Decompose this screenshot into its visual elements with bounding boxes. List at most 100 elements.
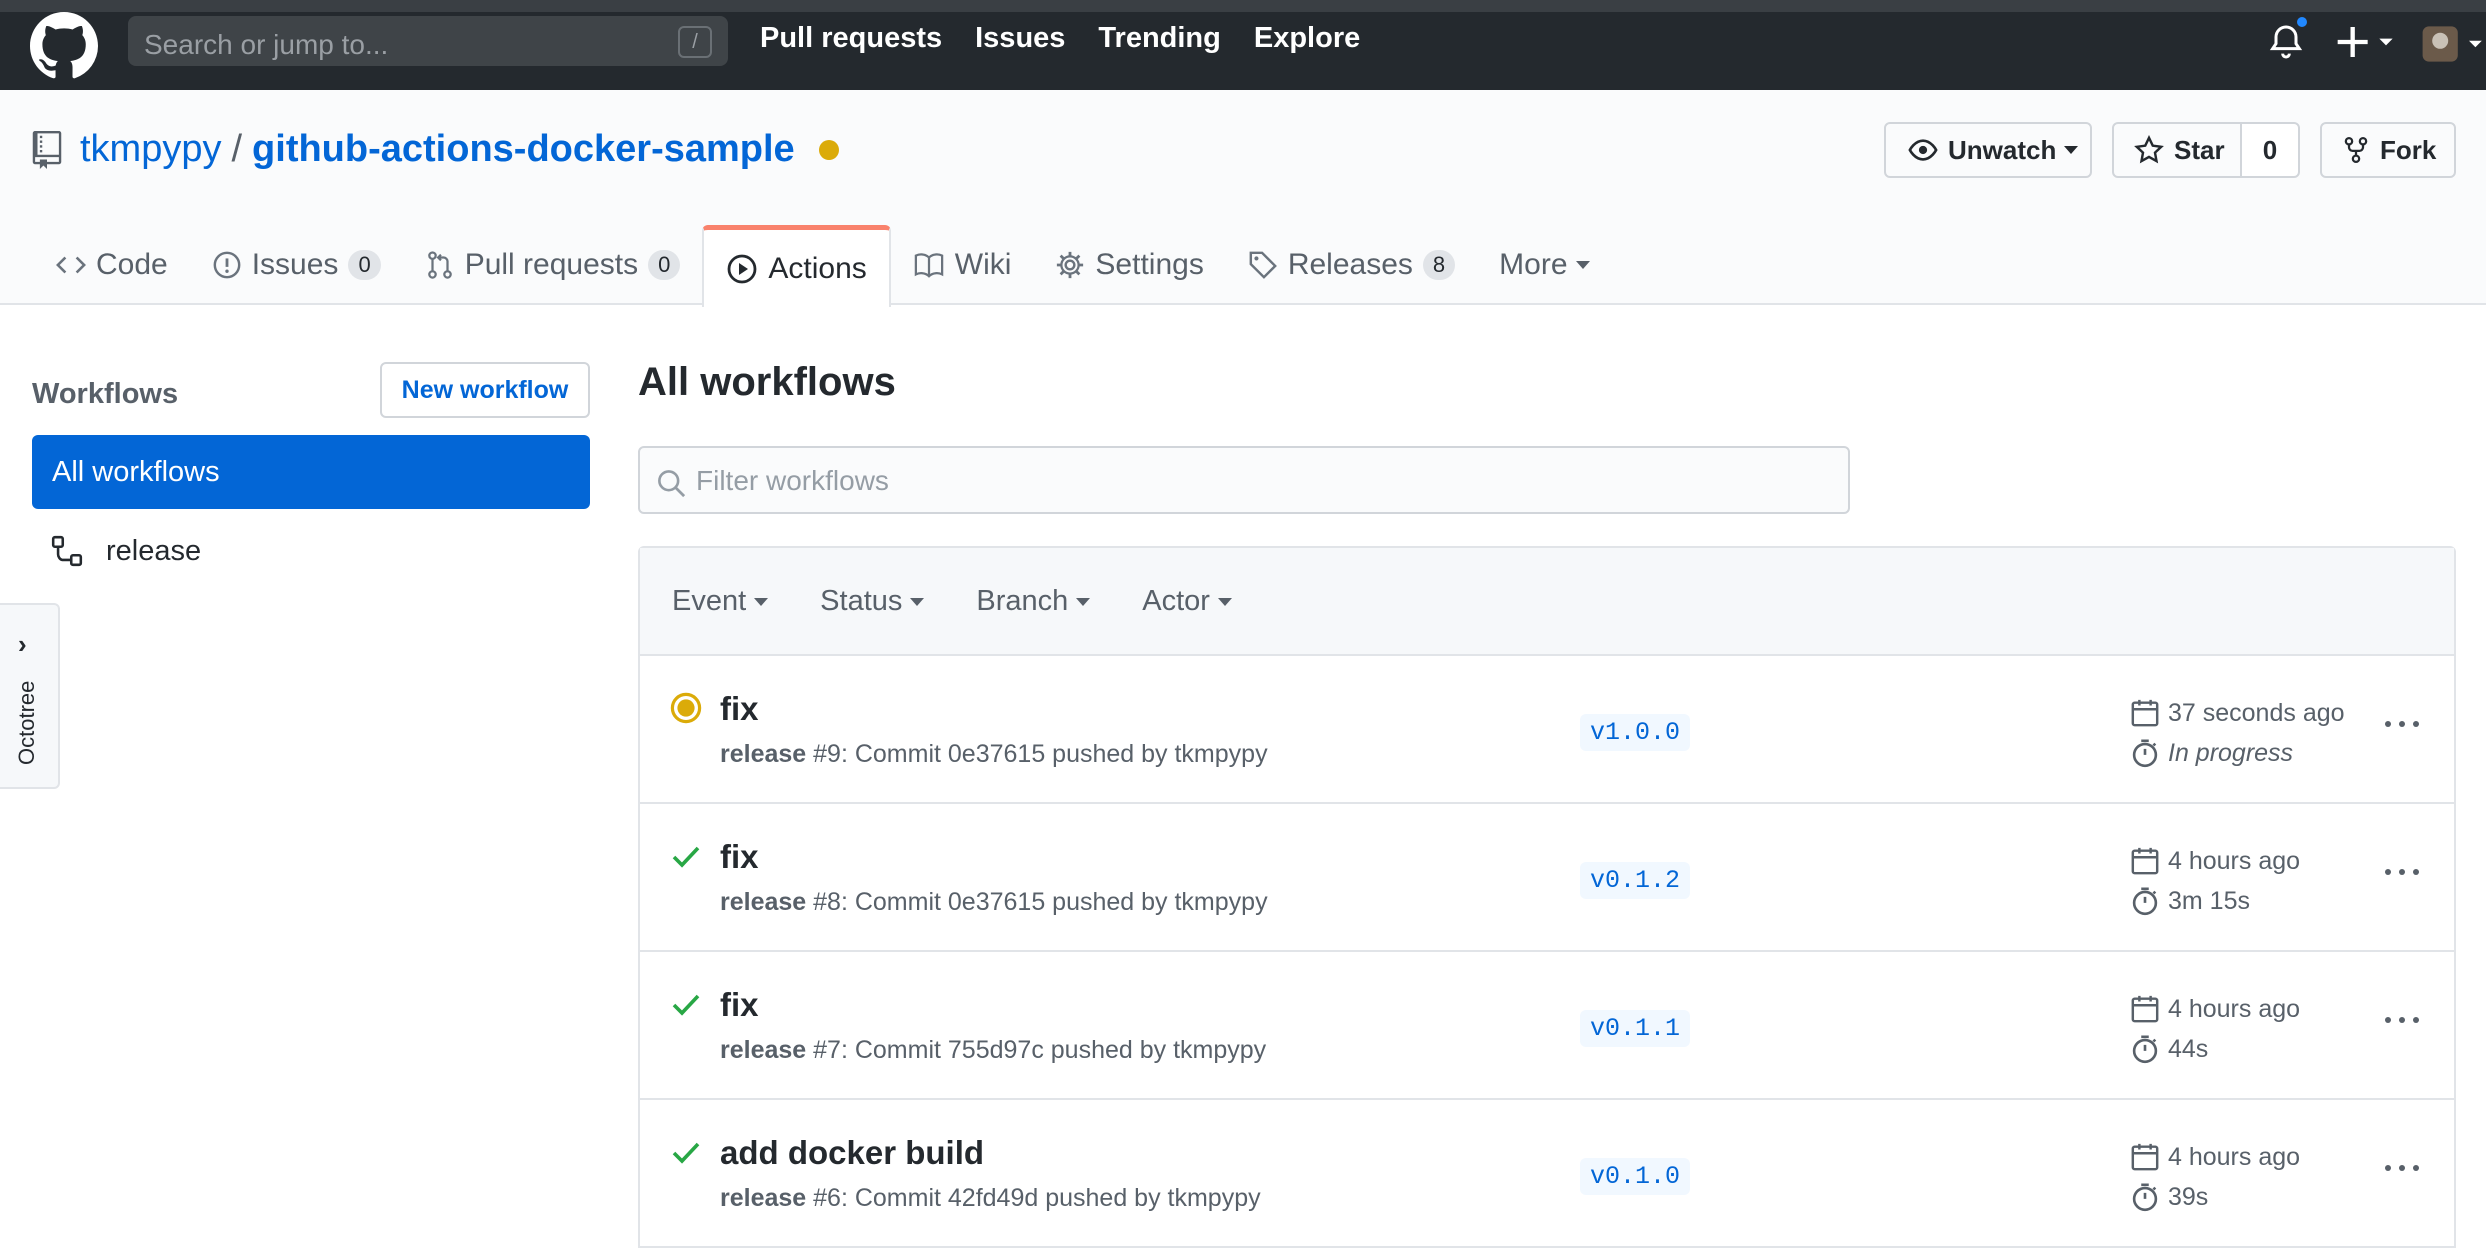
kebab-menu-icon[interactable] (2382, 1008, 2422, 1032)
filter-label: Status (820, 584, 903, 617)
repo-tabs: Code Issues 0 Pull requests 0 Actions Wi… (0, 225, 1612, 307)
header-nav: Pull requests Issues Trending Explore (760, 22, 1360, 55)
tab-more[interactable]: More (1477, 225, 1611, 305)
stopwatch-icon (2132, 887, 2158, 916)
run-title[interactable]: fix (720, 838, 759, 876)
run-commit-info: #8: Commit 0e37615 pushed by tkmpypy (806, 888, 1268, 916)
run-title[interactable]: fix (720, 986, 759, 1024)
run-description: release #8: Commit 0e37615 pushed by tkm… (720, 888, 1268, 917)
nav-pull-requests[interactable]: Pull requests (760, 22, 942, 55)
workflow-run-row[interactable]: fix release #8: Commit 0e37615 pushed by… (640, 804, 2454, 952)
run-duration: 39s (2130, 1182, 2208, 1212)
status-filter[interactable]: Status (820, 584, 925, 618)
tab-label: More (1499, 248, 1568, 281)
calendar-icon (2131, 1143, 2159, 1171)
tab-wiki[interactable]: Wiki (891, 225, 1034, 305)
tab-label: Releases (1287, 248, 1413, 281)
chevron-down-icon (1575, 261, 1590, 269)
filter-label: Event (672, 584, 747, 617)
fork-button[interactable]: Fork (2320, 122, 2456, 178)
run-time: 4 hours ago (2130, 846, 2300, 876)
kebab-menu-icon[interactable] (2382, 712, 2422, 736)
build-status-dot[interactable] (818, 139, 839, 160)
event-filter[interactable]: Event (672, 584, 769, 618)
run-duration-text: 3m 15s (2168, 886, 2250, 915)
notification-dot (2294, 14, 2310, 30)
star-button[interactable]: Star (2112, 122, 2242, 178)
sidebar-item-label: release (106, 534, 202, 567)
unwatch-button[interactable]: Unwatch (1884, 122, 2092, 178)
run-title[interactable]: fix (720, 690, 759, 728)
issue-icon (213, 251, 241, 279)
page-title: All workflows (638, 360, 896, 404)
filter-label: Actor (1142, 584, 1210, 617)
fork-label: Fork (2380, 134, 2437, 165)
issues-counter: 0 (348, 250, 381, 280)
tab-settings[interactable]: Settings (1033, 225, 1225, 305)
workflow-run-row[interactable]: add docker build release #6: Commit 42fd… (640, 1100, 2454, 1248)
repo-title: tkmpypy / github-actions-docker-sample (32, 128, 839, 171)
filter-workflows-input[interactable] (696, 462, 1796, 500)
run-duration: 44s (2130, 1034, 2208, 1064)
tab-actions[interactable]: Actions (702, 225, 891, 307)
gear-icon (1057, 251, 1084, 279)
run-workflow-name: release (720, 888, 807, 916)
tab-code[interactable]: Code (0, 225, 190, 305)
nav-explore[interactable]: Explore (1254, 22, 1360, 55)
kebab-menu-icon[interactable] (2382, 860, 2422, 884)
repo-owner-link[interactable]: tkmpypy (80, 128, 221, 171)
github-logo-icon[interactable] (30, 12, 98, 80)
stopwatch-icon (2132, 739, 2158, 768)
tab-label: Settings (1095, 248, 1204, 281)
new-workflow-button[interactable]: New workflow (380, 362, 590, 418)
chevron-right-icon: › (18, 629, 27, 659)
search-shortcut-badge: / (678, 26, 712, 58)
branch-label[interactable]: v0.1.0 (1580, 1158, 1691, 1195)
caret-down-icon (754, 597, 769, 606)
workflow-run-row[interactable]: fix release #9: Commit 0e37615 pushed by… (640, 656, 2454, 804)
workflow-run-row[interactable]: fix release #7: Commit 755d97c pushed by… (640, 952, 2454, 1100)
repo-name-link[interactable]: github-actions-docker-sample (252, 128, 795, 171)
code-icon (56, 256, 86, 274)
branch-label[interactable]: v0.1.2 (1580, 862, 1691, 899)
kebab-menu-icon[interactable] (2382, 1156, 2422, 1180)
tab-issues[interactable]: Issues 0 (190, 225, 403, 305)
workflow-icon (51, 535, 83, 567)
run-workflow-name: release (720, 1184, 807, 1212)
run-time: 4 hours ago (2130, 994, 2300, 1024)
branch-label[interactable]: v0.1.1 (1580, 1010, 1691, 1047)
caret-down-icon (1217, 597, 1232, 606)
avatar[interactable] (2421, 24, 2485, 64)
run-description: release #6: Commit 42fd49d pushed by tkm… (720, 1184, 1261, 1213)
actor-filter[interactable]: Actor (1142, 585, 1232, 618)
calendar-icon (2131, 847, 2159, 875)
workflows-heading: Workflows (32, 378, 179, 410)
tab-label: Pull requests (464, 248, 639, 281)
tab-label: Code (96, 248, 168, 281)
sidebar-item-release[interactable]: release (50, 534, 201, 568)
run-title[interactable]: add docker build (720, 1134, 984, 1172)
run-time-text: 4 hours ago (2168, 1142, 2301, 1171)
tab-pull-requests[interactable]: Pull requests 0 (403, 225, 703, 305)
run-workflow-name: release (720, 1036, 807, 1064)
filter-workflows-field[interactable] (638, 446, 1850, 514)
plus-dropdown-icon[interactable] (2336, 22, 2396, 62)
branch-label[interactable]: v1.0.0 (1580, 714, 1691, 751)
octotree-label: Octotree (14, 680, 39, 765)
star-count[interactable]: 0 (2240, 122, 2300, 178)
unwatch-label: Unwatch (1948, 134, 2057, 165)
run-commit-info: #9: Commit 0e37615 pushed by tkmpypy (806, 740, 1268, 768)
run-duration: In progress (2130, 738, 2293, 768)
run-duration-text: 39s (2168, 1182, 2209, 1211)
octotree-toggle[interactable]: › Octotree (0, 603, 60, 789)
tab-releases[interactable]: Releases 8 (1226, 225, 1477, 305)
branch-filter[interactable]: Branch (976, 585, 1091, 618)
sidebar-item-all-workflows[interactable]: All workflows (32, 435, 590, 509)
nav-issues[interactable]: Issues (975, 22, 1065, 55)
run-description: release #7: Commit 755d97c pushed by tkm… (720, 1036, 1266, 1065)
nav-trending[interactable]: Trending (1098, 22, 1220, 55)
check-icon (672, 846, 700, 868)
stopwatch-icon (2132, 1183, 2158, 1212)
check-icon (672, 1142, 700, 1164)
global-search-input[interactable]: Search or jump to... / (128, 16, 728, 66)
